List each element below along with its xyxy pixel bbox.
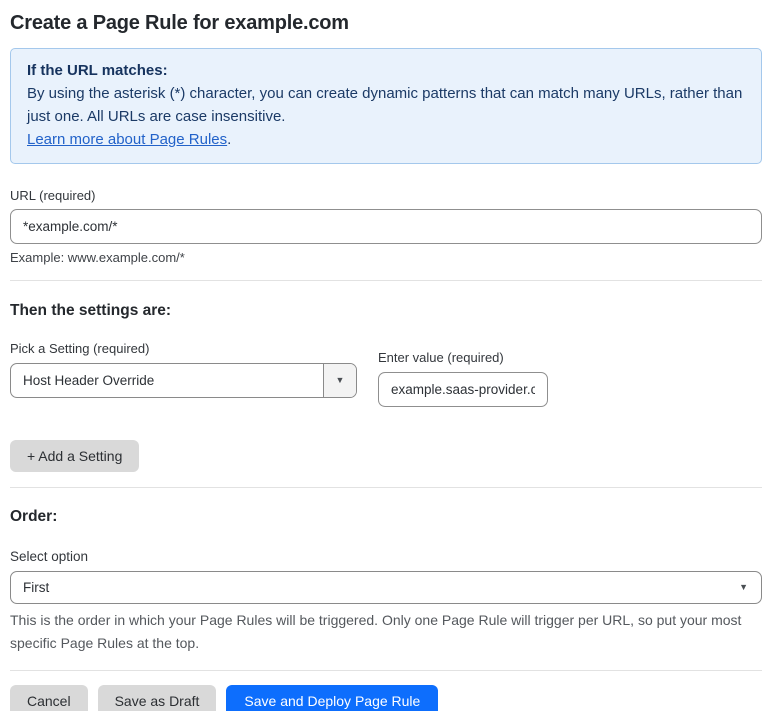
setting-value-field: Enter value (required) (378, 350, 548, 407)
divider (10, 487, 762, 488)
settings-row: Pick a Setting (required) Host Header Ov… (10, 341, 762, 407)
chevron-down-icon: ▼ (739, 582, 748, 592)
url-label: URL (required) (10, 188, 96, 203)
order-select-label: Select option (10, 549, 89, 564)
info-box-link-line: Learn more about Page Rules. (27, 128, 745, 151)
cancel-button[interactable]: Cancel (10, 685, 88, 711)
save-and-deploy-button[interactable]: Save and Deploy Page Rule (226, 685, 439, 711)
add-setting-button[interactable]: + Add a Setting (10, 440, 140, 472)
setting-value-input[interactable] (378, 372, 548, 407)
save-as-draft-button[interactable]: Save as Draft (97, 685, 217, 711)
order-select-value: First (23, 580, 50, 595)
url-hint: Example: www.example.com/* (10, 250, 185, 265)
create-page-rule-form: Create a Page Rule for example.com If th… (0, 9, 772, 711)
order-select[interactable]: First ▼ (10, 571, 762, 604)
setting-picker-label: Pick a Setting (required) (10, 341, 150, 356)
info-box-heading: If the URL matches: (27, 62, 168, 79)
setting-select[interactable]: Host Header Override ▼ (10, 363, 357, 398)
url-match-info-box: If the URL matches: By using the asteris… (10, 48, 762, 164)
info-box-body: By using the asterisk (*) character, you… (27, 85, 743, 125)
setting-value-label: Enter value (required) (378, 350, 504, 365)
link-suffix: . (227, 131, 232, 148)
divider (10, 670, 762, 671)
setting-select-arrow-button[interactable]: ▼ (323, 364, 356, 397)
page-title: Create a Page Rule for example.com (10, 12, 349, 34)
chevron-down-icon: ▼ (335, 375, 345, 385)
setting-select-value: Host Header Override (23, 373, 155, 388)
order-hint: This is the order in which your Page Rul… (10, 612, 742, 651)
learn-more-link[interactable]: Learn more about Page Rules (27, 131, 227, 148)
divider (10, 280, 762, 281)
footer-actions: Cancel Save as Draft Save and Deploy Pag… (10, 685, 762, 711)
settings-heading: Then the settings are: (10, 302, 172, 319)
setting-picker-field: Pick a Setting (required) Host Header Ov… (10, 341, 357, 398)
order-heading: Order: (10, 508, 58, 525)
url-input[interactable] (10, 209, 762, 244)
